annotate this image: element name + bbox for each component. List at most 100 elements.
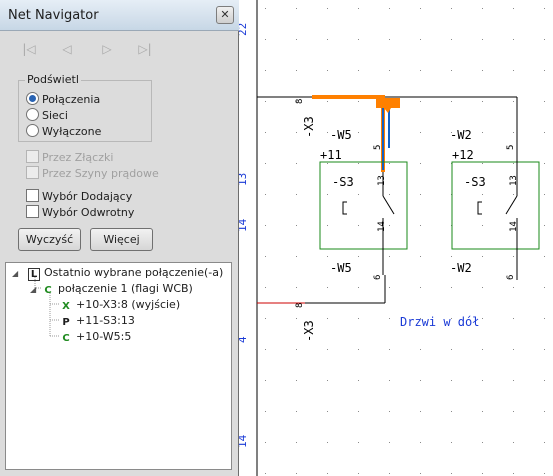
close-icon[interactable]: ✕ — [216, 6, 234, 24]
x3-top-label: -X3 — [302, 116, 316, 138]
grid-dot — [358, 132, 359, 133]
grid-dot — [420, 256, 421, 257]
grid-dot — [513, 70, 514, 71]
grid-dot — [296, 442, 297, 443]
grid-dot — [265, 194, 266, 195]
grid-dot — [451, 39, 452, 40]
grid-dot — [544, 70, 545, 71]
grid-dot — [451, 256, 452, 257]
grid-dot — [513, 411, 514, 412]
grid-dot — [482, 411, 483, 412]
grid-dot — [544, 380, 545, 381]
grid-dot — [327, 132, 328, 133]
radio-off[interactable]: Wyłączone — [26, 124, 101, 138]
grid-dot — [389, 225, 390, 226]
grid-dot — [544, 8, 545, 9]
grid-dot — [265, 318, 266, 319]
grid-dot — [544, 287, 545, 288]
grid-dot — [296, 39, 297, 40]
last-button[interactable]: ▷| — [134, 40, 156, 58]
previous-button[interactable]: ◁ — [56, 40, 78, 58]
grid-dot — [482, 163, 483, 164]
right-switch-contact — [505, 195, 518, 215]
first-button[interactable]: |◁ — [18, 40, 40, 58]
grid-dot — [358, 70, 359, 71]
grid-dot — [296, 8, 297, 9]
grid-dot — [358, 411, 359, 412]
grid-dot — [265, 225, 266, 226]
grid-dot — [296, 256, 297, 257]
grid-dot — [420, 473, 421, 474]
more-button[interactable]: Więcej — [90, 228, 153, 251]
checkbox-via-busbars[interactable]: Przez Szyny prądowe — [26, 166, 159, 180]
grid-dot — [451, 70, 452, 71]
grid-dot — [420, 194, 421, 195]
grid-dot — [420, 101, 421, 102]
grid-dot — [327, 473, 328, 474]
grid-dot — [451, 442, 452, 443]
radio-nets[interactable]: Sieci — [26, 108, 68, 122]
right-switch-actuator — [477, 201, 482, 215]
left-w-bottom-label: -W5 — [330, 261, 352, 275]
grid-dot — [482, 349, 483, 350]
radio-connections[interactable]: Połączenia — [26, 92, 100, 106]
grid-dot — [265, 39, 266, 40]
right-w-top-label: -W2 — [450, 128, 472, 142]
grid-dot — [389, 39, 390, 40]
grid-dot — [265, 411, 266, 412]
clear-button[interactable]: Wyczyść — [18, 228, 81, 251]
grid-dot — [327, 256, 328, 257]
grid-dot — [420, 442, 421, 443]
grid-dot — [451, 349, 452, 350]
grid-dot — [296, 473, 297, 474]
grid-dot — [389, 442, 390, 443]
left-pin-13: 13 — [377, 175, 387, 186]
grid-dot — [296, 163, 297, 164]
grid-dot — [296, 349, 297, 350]
grid-dot — [296, 318, 297, 319]
right-switch-label: -S3 — [464, 175, 486, 189]
annotation-text: Drzwi w dół — [400, 315, 479, 329]
grid-dot — [482, 318, 483, 319]
grid-dot — [482, 194, 483, 195]
checkbox-via-terminals[interactable]: Przez Złączki — [26, 150, 113, 164]
grid-dot — [544, 101, 545, 102]
grid-dot — [265, 101, 266, 102]
grid-dot — [482, 70, 483, 71]
grid-dot — [482, 442, 483, 443]
grid-dot — [420, 39, 421, 40]
grid-dot — [327, 349, 328, 350]
grid-dot — [358, 194, 359, 195]
left-w-top-pin: 5 — [373, 145, 383, 150]
checkbox-icon — [26, 205, 39, 218]
grid-dot — [358, 442, 359, 443]
radio-icon — [26, 124, 39, 137]
grid-dot — [358, 473, 359, 474]
radio-selected-icon — [26, 92, 39, 105]
grid-dot — [358, 380, 359, 381]
checkbox-via-busbars-label: Przez Szyny prądowe — [42, 167, 159, 180]
grid-dot — [544, 132, 545, 133]
grid-dot — [482, 287, 483, 288]
grid-dot — [544, 225, 545, 226]
connection-tree[interactable]: ◢ L Ostatnio wybrane połączenie(-a) ◢ Cpo… — [5, 262, 232, 470]
grid-dot — [451, 101, 452, 102]
tree-lines — [34, 277, 60, 337]
grid-dot — [358, 318, 359, 319]
grid-dot — [451, 411, 452, 412]
grid-dot — [482, 473, 483, 474]
checkbox-additive-selection[interactable]: Wybór Dodający — [26, 189, 132, 203]
grid-dot — [327, 194, 328, 195]
grid-dot — [389, 256, 390, 257]
grid-dot — [420, 225, 421, 226]
next-button[interactable]: ▷ — [96, 40, 118, 58]
highlight-marker — [376, 98, 400, 113]
grid-dot — [544, 349, 545, 350]
grid-dot — [389, 473, 390, 474]
grid-dot — [265, 380, 266, 381]
grid-dot — [265, 256, 266, 257]
title-bar[interactable]: Net Navigator ✕ — [0, 0, 239, 31]
grid-dot — [482, 256, 483, 257]
grid-dot — [358, 225, 359, 226]
checkbox-inverse-selection[interactable]: Wybór Odwrotny — [26, 205, 134, 219]
